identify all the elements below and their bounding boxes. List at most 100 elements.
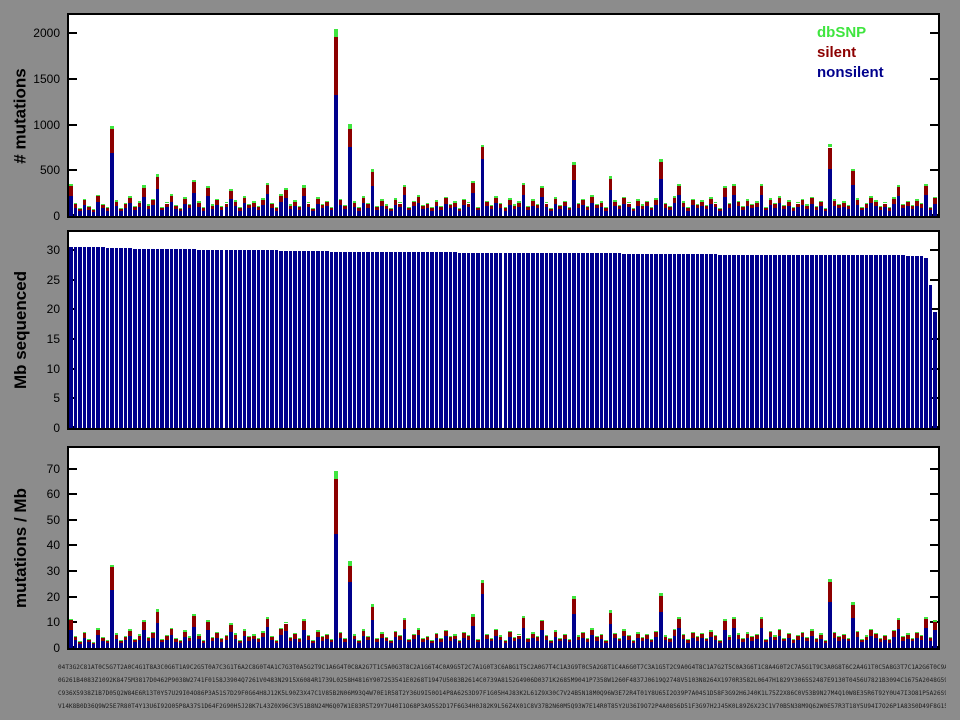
bar-segment-mb (663, 253, 668, 428)
bar-segment-silent (384, 205, 389, 209)
bar-segment-dbsnp (828, 144, 832, 148)
bar-segment-nonsilent (448, 208, 453, 216)
bar-segment-dbsnp (366, 202, 370, 205)
bar-segment-silent (869, 197, 873, 204)
bar-segment-nonsilent (809, 203, 814, 216)
bar-segment-silent (91, 642, 96, 645)
bar-segment-nonsilent (219, 642, 224, 648)
bar-segment-dbsnp (841, 201, 846, 203)
bar-segment-silent (590, 629, 594, 636)
bar-segment-dbsnp (297, 638, 302, 640)
bar-segment-nonsilent (87, 642, 91, 648)
bar-segment-dbsnp (142, 619, 146, 622)
bar-segment-nonsilent (915, 637, 919, 648)
bar-segment-nonsilent (110, 590, 114, 648)
bar-segment-silent (325, 635, 329, 639)
bar-segment-dbsnp (361, 629, 366, 631)
bar-segment-mb (672, 253, 677, 428)
bar-segment-silent (558, 206, 562, 210)
bar-segment-dbsnp (892, 629, 896, 632)
bar-segment-mb (169, 249, 174, 428)
bar-segment-silent (759, 619, 764, 628)
bar-segment-nonsilent (398, 639, 402, 648)
bar-segment-mb (544, 253, 549, 428)
bar-segment-silent (325, 202, 329, 207)
bar-segment-dbsnp (256, 638, 261, 640)
bar-segment-mb (883, 255, 887, 428)
bar-segment-nonsilent (919, 207, 924, 216)
bar-segment-nonsilent (928, 641, 933, 648)
bar-segment-silent (540, 621, 544, 630)
bar-segment-nonsilent (425, 207, 430, 216)
bar-segment-mb (832, 255, 837, 428)
bar-segment-dbsnp (846, 637, 851, 639)
bar-segment-silent (663, 204, 668, 208)
bar-segment-silent (366, 204, 370, 208)
bar-segment-nonsilent (530, 205, 535, 216)
bar-segment-dbsnp (201, 639, 206, 641)
bar-segment-silent (901, 204, 905, 209)
bar-segment-dbsnp (526, 205, 530, 207)
bar-segment-nonsilent (183, 204, 187, 216)
bar-segment-mb (540, 253, 544, 428)
bar-segment-nonsilent (540, 629, 544, 648)
bar-segment-nonsilent (791, 642, 796, 648)
bar-segment-silent (590, 196, 594, 203)
bar-segment-dbsnp (293, 200, 297, 202)
bar-segment-dbsnp (544, 634, 549, 637)
bar-segment-silent (229, 190, 233, 199)
bar-segment-dbsnp (105, 207, 110, 209)
bar-segment-silent (297, 206, 302, 210)
bar-segment-silent (434, 634, 439, 639)
bar-segment-nonsilent (805, 208, 809, 216)
bar-segment-silent (755, 202, 759, 207)
bar-segment-silent (320, 637, 325, 641)
bar-segment-mb (686, 253, 690, 428)
bar-segment-silent (677, 619, 681, 628)
bar-segment-silent (819, 634, 823, 639)
bar-segment-silent (174, 206, 178, 210)
bar-segment-nonsilent (828, 168, 832, 216)
bar-segment-dbsnp (508, 198, 512, 200)
bar-segment-dbsnp (178, 640, 183, 642)
bar-segment-nonsilent (270, 640, 274, 648)
bar-segment-dbsnp (572, 596, 576, 600)
bar-segment-dbsnp (777, 628, 782, 631)
bar-segment-dbsnp (910, 637, 915, 639)
bar-segment-dbsnp (745, 632, 750, 634)
bar-segment-silent (649, 639, 654, 643)
tick-mark (930, 77, 938, 80)
bar-segment-nonsilent (178, 643, 183, 648)
bar-segment-silent (489, 638, 494, 642)
bar-segment-dbsnp (535, 203, 540, 205)
bar-segment-silent (261, 632, 265, 638)
bar-segment-silent (887, 640, 892, 643)
bar-segment-mb (622, 253, 626, 428)
bar-segment-mb (434, 252, 439, 428)
bar-segment-silent (279, 196, 283, 203)
bar-segment-mb (288, 251, 293, 428)
bar-segment-silent (503, 640, 508, 643)
bar-segment-dbsnp (736, 633, 741, 635)
bar-segment-silent (329, 207, 334, 211)
bar-segment-silent (517, 202, 521, 207)
bar-segment-dbsnp (713, 202, 718, 204)
bar-segment-nonsilent (686, 642, 690, 648)
bar-segment-silent (883, 635, 887, 640)
bar-segment-silent (928, 638, 933, 642)
bar-segment-mb (819, 255, 823, 428)
bar-segment-silent (101, 637, 105, 641)
bar-segment-silent (142, 621, 146, 631)
bar-segment-dbsnp (329, 638, 334, 640)
bar-segment-silent (576, 204, 581, 208)
bar-segment-mb (585, 253, 590, 428)
bar-segment-dbsnp (924, 616, 928, 619)
bar-segment-dbsnp (686, 639, 690, 641)
bar-segment-nonsilent (933, 203, 937, 216)
bar-segment-dbsnp (169, 194, 174, 197)
bar-segment-dbsnp (229, 622, 233, 625)
legend: dbSNP silent nonsilent (817, 23, 884, 83)
bar-segment-nonsilent (256, 642, 261, 648)
bar-segment-silent (581, 200, 585, 206)
bar-segment-silent (736, 202, 741, 207)
